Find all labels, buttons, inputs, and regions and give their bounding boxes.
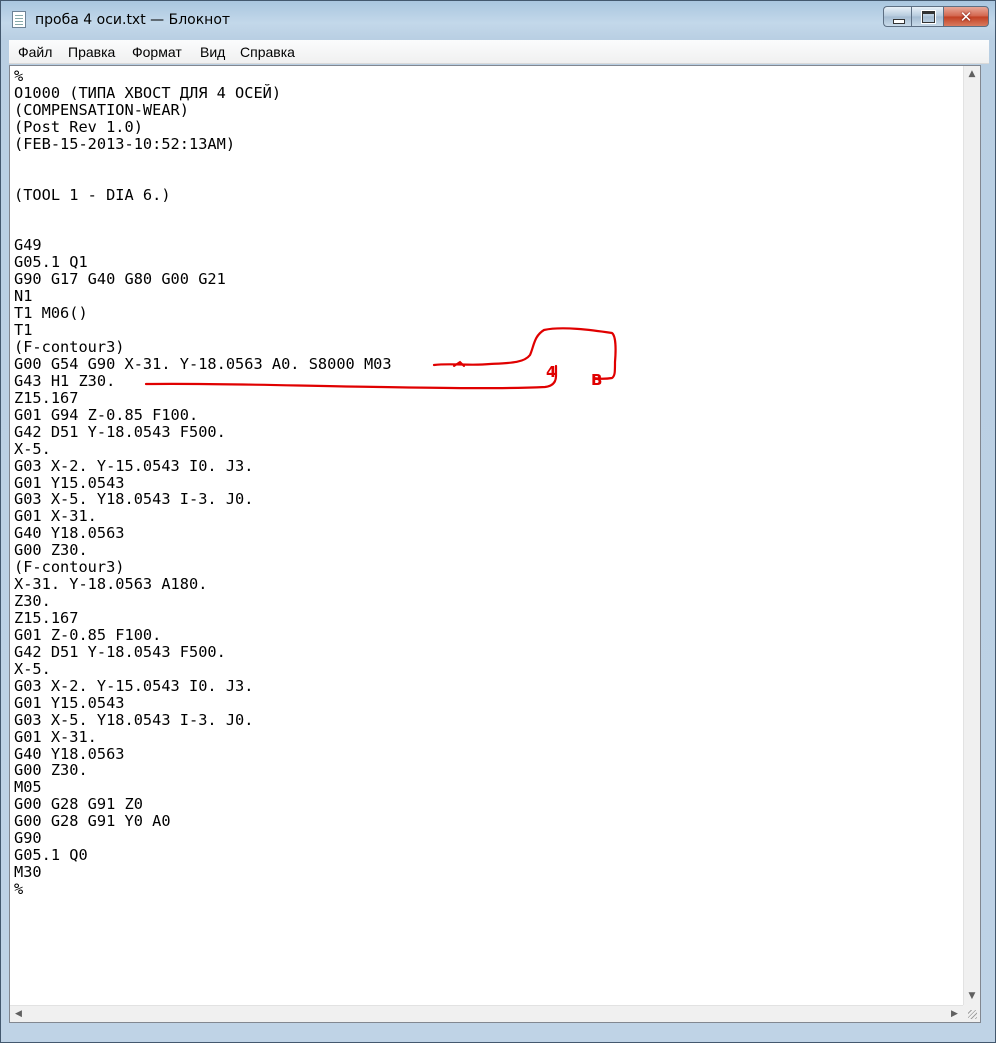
editor-line: Z15.167 [14, 609, 79, 627]
editor-line: G90 [14, 829, 42, 848]
notepad-icon [12, 11, 26, 28]
editor-line: G01 Y15.0543 [14, 693, 125, 712]
editor-line: G01 Y15.0543 [14, 473, 125, 492]
editor-line: (COMPENSATION-WEAR) [14, 100, 189, 119]
editor-line: G05.1 Q0 [14, 846, 88, 865]
editor-line: G01 Z-0.85 F100. [14, 625, 162, 644]
editor-line: O1000 (ТИПА ХВОСТ ДЛЯ 4 ОСЕЙ) [14, 83, 282, 102]
vertical-scrollbar[interactable]: ▲ ▼ [963, 66, 980, 1005]
text-editor[interactable]: % O1000 (ТИПА ХВОСТ ДЛЯ 4 ОСЕЙ) (COMPENSAT… [9, 65, 981, 1023]
editor-line: M30 [14, 863, 42, 882]
editor-line: M05 [14, 778, 42, 797]
notepad-window: проба 4 оси.txt — Блокнот ✕ Файл Правка … [0, 0, 996, 1043]
maximize-button[interactable] [911, 6, 943, 27]
minimize-button[interactable] [883, 6, 911, 27]
editor-line: T1 [14, 321, 33, 340]
editor-line: X-31. Y-18.0563 A180. [14, 575, 208, 594]
editor-line: (FEB-15-2013-10:52:13AM) [14, 134, 236, 153]
editor-line: G00 G28 G91 Y0 A0 [14, 812, 171, 831]
editor-line: G05.1 Q1 [14, 253, 88, 272]
editor-line: N1 [14, 287, 33, 306]
editor-line: G43 H1 Z30. [14, 371, 116, 390]
editor-line: G03 X-5. Y18.0543 I-3. J0. [14, 490, 254, 509]
caption-buttons: ✕ [883, 6, 989, 28]
editor-line: % [14, 880, 24, 898]
editor-line: G00 Z30. [14, 541, 88, 560]
menu-format[interactable]: Формат [132, 44, 182, 60]
minimize-icon [893, 19, 905, 24]
resize-grip-icon[interactable] [963, 1005, 980, 1022]
editor-line: G49 [14, 236, 42, 255]
editor-line: Z15.167 [14, 388, 79, 407]
editor-line: % [14, 67, 24, 85]
editor-line: G40 Y18.0563 [14, 524, 125, 543]
menu-file[interactable]: Файл [18, 44, 52, 60]
editor-line: G03 X-5. Y18.0543 I-3. J0. [14, 710, 254, 729]
editor-line: G01 G94 Z-0.85 F100. [14, 405, 199, 424]
close-icon: ✕ [959, 8, 973, 26]
scroll-down-icon[interactable]: ▼ [964, 988, 980, 1005]
editor-line: Z30. [14, 592, 51, 611]
close-button[interactable]: ✕ [943, 6, 989, 27]
window-title: проба 4 оси.txt — Блокнот [35, 12, 231, 28]
editor-line: (TOOL 1 - DIA 6.) [14, 185, 171, 204]
editor-line: G90 G17 G40 G80 G00 G21 [14, 270, 226, 289]
editor-line: X-5. [14, 659, 51, 678]
editor-line: (F-contour3) [14, 558, 125, 577]
editor-line: G42 D51 Y-18.0543 F500. [14, 422, 226, 441]
horizontal-scrollbar[interactable]: ◀ ▶ [10, 1005, 963, 1022]
menu-edit[interactable]: Правка [68, 44, 115, 60]
editor-line: G40 Y18.0563 [14, 744, 125, 763]
editor-line: G00 Z30. [14, 761, 88, 780]
editor-text: % O1000 (ТИПА ХВОСТ ДЛЯ 4 ОСЕЙ) (COMPENSAT… [14, 68, 392, 898]
editor-line: T1 M06() [14, 304, 88, 323]
editor-line: G01 X-31. [14, 727, 97, 746]
editor-line: (Post Rev 1.0) [14, 117, 143, 136]
menu-help[interactable]: Справка [240, 44, 295, 60]
menu-bar: Файл Правка Формат Вид Справка [9, 40, 989, 64]
editor-line: G00 G54 G90 X-31. Y-18.0563 A0. S8000 M0… [14, 354, 392, 373]
scroll-up-icon[interactable]: ▲ [964, 66, 980, 83]
editor-line: G00 G28 G91 Z0 [14, 795, 143, 814]
editor-line: G42 D51 Y-18.0543 F500. [14, 642, 226, 661]
scroll-left-icon[interactable]: ◀ [10, 1006, 27, 1022]
editor-line: X-5. [14, 439, 51, 458]
editor-line: G03 X-2. Y-15.0543 I0. J3. [14, 676, 254, 695]
maximize-icon [922, 11, 935, 23]
scroll-right-icon[interactable]: ▶ [946, 1006, 963, 1022]
editor-line: G03 X-2. Y-15.0543 I0. J3. [14, 456, 254, 475]
editor-line: G01 X-31. [14, 507, 97, 526]
title-bar[interactable]: проба 4 оси.txt — Блокнот ✕ [1, 1, 995, 37]
menu-view[interactable]: Вид [200, 44, 225, 60]
editor-line: (F-contour3) [14, 338, 125, 356]
